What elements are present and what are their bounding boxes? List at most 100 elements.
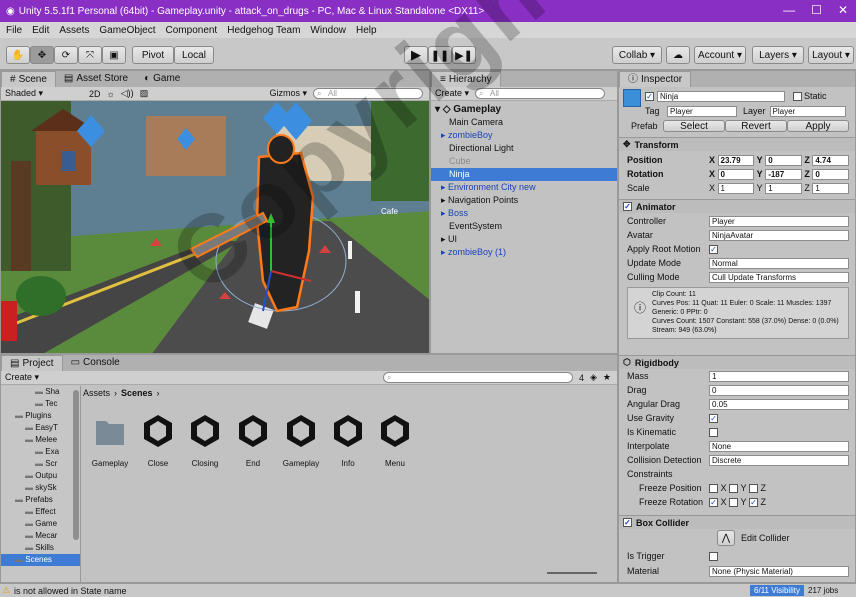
is-trigger-checkbox[interactable] [709,551,718,561]
freeze-pos-z-checkbox[interactable] [749,483,759,493]
freeze-rot-y-checkbox[interactable] [729,497,739,507]
folder-tree-item[interactable]: ▬ Outpu [1,470,80,482]
position-z-field[interactable]: 4.74 [812,154,849,166]
animator-enabled-checkbox[interactable]: ✓ [623,202,632,211]
close-icon[interactable]: ✕ [838,3,848,17]
avatar-field[interactable]: NinjaAvatar [709,229,849,241]
hierarchy-item[interactable]: EventSystem [431,220,617,233]
local-toggle[interactable]: Local [174,46,214,64]
menu-assets[interactable]: Assets [59,25,89,36]
hierarchy-item[interactable]: Main Camera [431,116,617,129]
root-motion-checkbox[interactable]: ✓ [709,244,718,254]
freeze-rot-x-checkbox[interactable]: ✓ [709,497,718,507]
menu-edit[interactable]: Edit [32,25,49,36]
folder-tree-item[interactable]: ▬ Game [1,518,80,530]
folder-tree-item[interactable]: ▬ Scr [1,458,80,470]
hierarchy-item[interactable]: ▸ Navigation Points [431,194,617,207]
angular-drag-field[interactable]: 0.05 [709,398,849,410]
tree-scrollbar[interactable] [73,390,79,540]
freeze-pos-y-checkbox[interactable] [729,483,739,493]
asset-scene[interactable]: Menu [373,413,417,468]
menu-component[interactable]: Component [166,25,218,36]
freeze-rot-z-checkbox[interactable]: ✓ [749,497,759,507]
transform-header[interactable]: ✥ Transform [619,137,855,151]
folder-tree-item[interactable]: ▬ Sha [1,386,80,398]
scale-y-field[interactable]: 1 [765,182,802,194]
play-button[interactable]: ▶ [404,46,428,64]
is-kinematic-checkbox[interactable] [709,427,718,437]
controller-field[interactable]: Player [709,215,849,227]
layer-dropdown[interactable]: Player [769,105,846,117]
folder-tree-item[interactable]: ▬ EasyT [1,422,80,434]
material-field[interactable]: None (Physic Material) [709,565,849,577]
edit-collider-button[interactable]: ⋀ [717,530,735,546]
folder-tree-item[interactable]: ▬ Mecar [1,530,80,542]
folder-tree-item[interactable]: ▬ Exa [1,446,80,458]
expand-arrow-icon[interactable]: ▸ [441,208,448,218]
expand-arrow-icon[interactable]: ▸ [441,182,448,192]
step-button[interactable]: ▶❚ [452,46,476,64]
tab-hierarchy[interactable]: ≡ Hierarchy [431,71,501,87]
folder-tree-item[interactable]: ▬ skySk [1,482,80,494]
rotation-z-field[interactable]: 0 [812,168,849,180]
asset-scene[interactable]: Gameplay [279,413,323,468]
scene-viewport[interactable]: Cafe [1,101,429,353]
drag-field[interactable]: 0 [709,384,849,396]
hierarchy-item[interactable]: ▸ Boss [431,207,617,220]
object-name-field[interactable]: Ninja [657,90,785,102]
audio-icon[interactable]: ◁)) [121,88,134,99]
use-gravity-checkbox[interactable]: ✓ [709,413,718,423]
account-dropdown[interactable]: Account ▾ [694,46,746,64]
folder-tree-item[interactable]: ▬ Tec [1,398,80,410]
icon-size-slider[interactable] [547,572,597,574]
tab-project[interactable]: ▤ Project [1,355,63,371]
rotation-y-field[interactable]: -187 [765,168,802,180]
collab-dropdown[interactable]: Collab ▾ [612,46,662,64]
folder-tree-item[interactable]: ▬ Skills [1,542,80,554]
folder-tree-item[interactable]: ▬ Melee [1,434,80,446]
move-tool-icon[interactable]: ✥ [30,46,54,64]
pivot-toggle[interactable]: Pivot [132,46,174,64]
tab-inspector[interactable]: ⓘ Inspector [619,71,692,87]
hierarchy-search-input[interactable]: ⌕ All [475,88,606,99]
expand-arrow-icon[interactable]: ▸ [441,195,448,205]
tab-console[interactable]: ▭ Console [63,355,128,371]
breadcrumb-assets[interactable]: Assets [83,388,110,398]
expand-arrow-icon[interactable]: ▸ [441,234,448,244]
asset-scene[interactable]: End [231,413,275,468]
box-collider-header[interactable]: ✓ Box Collider [619,515,855,529]
menu-gameobject[interactable]: GameObject [99,25,155,36]
hierarchy-create-dropdown[interactable]: Create ▾ [435,88,469,99]
animator-header[interactable]: ✓ Animator [619,199,855,213]
shading-mode-dropdown[interactable]: Shaded ▾ [5,88,83,99]
rotate-tool-icon[interactable]: ⟳ [54,46,78,64]
rect-tool-icon[interactable]: ▣ [102,46,126,64]
asset-scene[interactable]: Closing [183,413,227,468]
menu-window[interactable]: Window [310,25,346,36]
effects-icon[interactable]: ▨ [140,88,149,99]
hierarchy-item[interactable]: Directional Light [431,142,617,155]
breadcrumb-scenes[interactable]: Scenes [121,388,153,398]
freeze-pos-x-checkbox[interactable] [709,483,718,493]
collision-detection-dropdown[interactable]: Discrete [709,454,849,466]
project-create-dropdown[interactable]: Create ▾ [5,372,39,383]
prefab-revert-button[interactable]: Revert [725,120,787,132]
menu-help[interactable]: Help [356,25,377,36]
layout-dropdown[interactable]: Layout ▾ [808,46,854,64]
layers-dropdown[interactable]: Layers ▾ [752,46,804,64]
scale-x-field[interactable]: 1 [717,182,755,194]
constraints-label[interactable]: Constraints [627,469,673,479]
position-x-field[interactable]: 23.79 [717,154,755,166]
lighting-icon[interactable]: ☼ [107,89,115,99]
update-mode-dropdown[interactable]: Normal [709,257,849,269]
asset-folder[interactable]: Gameplay [88,413,132,468]
active-checkbox[interactable]: ✓ [645,91,654,101]
folder-tree-item[interactable]: ▬ Prefabs [1,494,80,506]
hand-tool-icon[interactable]: ✋ [6,46,30,64]
hierarchy-item[interactable]: ▸ Environment City new [431,181,617,194]
tab-asset-store[interactable]: ▤ Asset Store [56,71,136,87]
menu-file[interactable]: File [6,25,22,36]
toggle-2d[interactable]: 2D [89,89,101,99]
rigidbody-header[interactable]: ⬡ Rigidbody [619,355,855,369]
position-y-field[interactable]: 0 [765,154,802,166]
